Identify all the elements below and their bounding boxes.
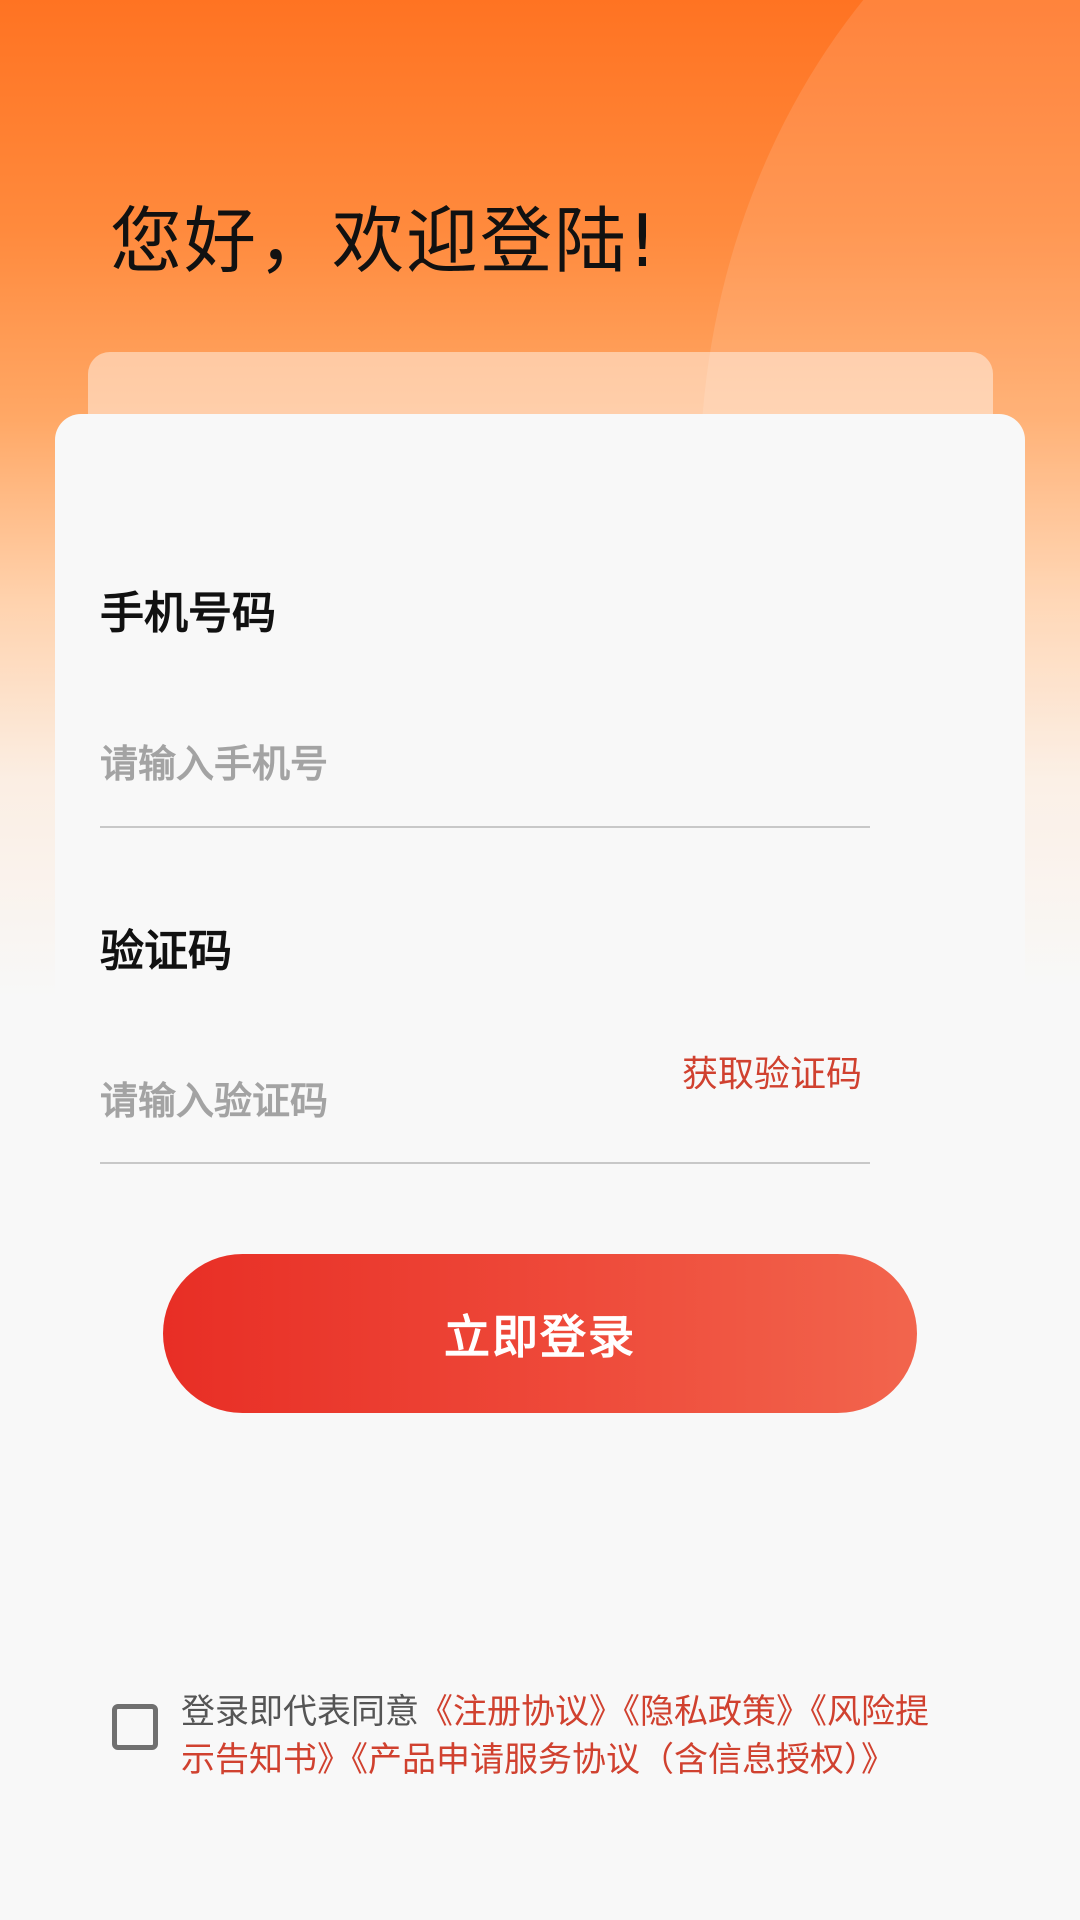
page-title: 您好，欢迎登陆! — [110, 199, 659, 283]
privacy-policy-link[interactable]: 《隐私政策》 — [623, 1692, 810, 1732]
agreement-text: 登录即代表同意《注册协议》《隐私政策》《风险提示告知书》《产品申请服务协议（含信… — [181, 1688, 941, 1784]
agreement-prefix: 登录即代表同意 — [181, 1692, 419, 1732]
register-agreement-link[interactable]: 《注册协议》 — [419, 1692, 623, 1732]
login-button[interactable]: 立即登录 — [163, 1254, 917, 1413]
agreement-checkbox[interactable] — [112, 1704, 158, 1750]
get-code-button[interactable]: 获取验证码 — [682, 1057, 862, 1093]
phone-input[interactable] — [100, 704, 870, 828]
code-label: 验证码 — [100, 926, 232, 977]
phone-label: 手机号码 — [100, 588, 276, 639]
product-service-agreement-link[interactable]: 《产品申请服务协议（含信息授权）》 — [351, 1740, 895, 1780]
